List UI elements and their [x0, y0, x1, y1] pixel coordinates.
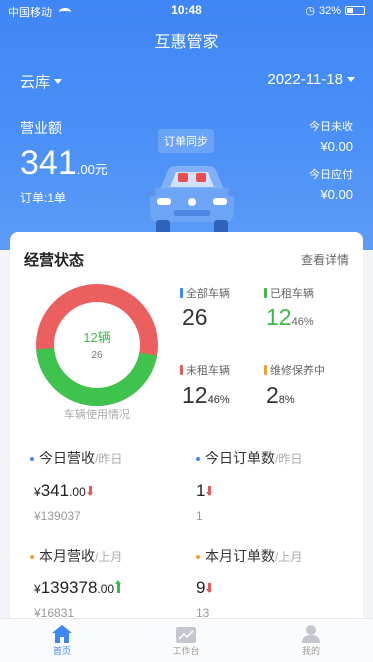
stat-color-bar	[264, 365, 267, 375]
stat-unrented-value: 1246%	[182, 382, 230, 408]
donut-sub-text: 26	[91, 350, 103, 361]
battery-percent: 32%	[318, 4, 341, 17]
view-details-link[interactable]: 查看详情	[301, 251, 349, 268]
kpi-today-orders-label: 今日订单数/昨日	[196, 448, 302, 468]
selected-date: 2022-11-18	[267, 71, 343, 88]
today-payable-value: ¥0.00	[320, 187, 353, 202]
kpi-today-revenue-label: 今日营收/昨日	[30, 448, 122, 468]
stat-unrented-label: 未租车辆	[180, 362, 230, 378]
kpi-month-revenue-value: ¥139378.00	[34, 578, 122, 598]
trend-down-icon	[86, 486, 93, 496]
stat-color-bar	[180, 288, 183, 298]
alarm-icon: ◷	[305, 5, 315, 17]
stat-total-value: 26	[182, 304, 208, 330]
stat-maintenance-label: 维修保养中	[264, 362, 325, 378]
card-title: 经营状态	[24, 252, 85, 269]
tab-home[interactable]: 首页	[27, 622, 97, 657]
bottom-tab-bar: 首页 工作台 我的	[0, 618, 373, 662]
kpi-month-orders-value: 9	[196, 578, 213, 598]
status-bar: 中国移动 10:48 ◷ 32%	[0, 0, 373, 20]
kpi-today-orders-prev: 1	[196, 509, 203, 523]
stat-color-bar	[180, 365, 183, 375]
revenue-value: 341.00元	[20, 144, 108, 182]
donut-caption: 车辆使用情况	[64, 409, 130, 421]
store-selector[interactable]: 云库	[20, 71, 63, 92]
kpi-dot	[196, 555, 200, 559]
operation-status-card: 经营状态 查看详情 12辆 26 车辆使用情况 全部车辆 26 已租车辆 124…	[10, 232, 363, 632]
kpi-today-revenue-prev: ¥139037	[34, 509, 81, 523]
home-icon	[27, 622, 97, 644]
stat-maintenance-value: 28%	[266, 382, 295, 408]
tab-mine[interactable]: 我的	[276, 622, 346, 657]
trend-up-icon	[115, 580, 122, 593]
today-receivable-value: ¥0.00	[320, 139, 353, 154]
stat-rented-value: 1246%	[266, 304, 314, 330]
car-illustration	[146, 166, 238, 234]
tab-workbench[interactable]: 工作台	[151, 622, 221, 657]
stat-rented-label: 已租车辆	[264, 285, 314, 301]
kpi-dot	[30, 555, 34, 559]
user-icon	[276, 622, 346, 644]
battery-icon	[345, 6, 365, 15]
order-count: 订单:1单	[20, 191, 67, 205]
order-sync-button[interactable]: 订单同步	[158, 129, 214, 153]
today-payable-label: 今日应付	[309, 169, 353, 181]
trend-down-icon	[206, 583, 213, 593]
store-name: 云库	[20, 74, 51, 91]
kpi-month-orders-label: 本月订单数/上月	[196, 546, 302, 566]
header-panel: 中国移动 10:48 ◷ 32% 互惠管家 云库 2022-11-18 营业额 …	[0, 0, 373, 250]
kpi-today-revenue-value: ¥341.00	[34, 481, 93, 501]
trend-down-icon	[206, 486, 213, 496]
stat-total-label: 全部车辆	[180, 285, 230, 301]
kpi-dot	[30, 457, 34, 461]
kpi-month-revenue-label: 本月营收/上月	[30, 546, 122, 566]
donut-main-text: 12辆	[83, 330, 110, 345]
today-receivable-label: 今日未收	[309, 121, 353, 133]
chart-icon	[151, 622, 221, 644]
caret-down-icon	[347, 77, 355, 82]
kpi-dot	[196, 457, 200, 461]
stat-color-bar	[264, 288, 267, 298]
tab-workbench-label: 工作台	[172, 646, 200, 656]
tab-home-label: 首页	[52, 646, 71, 656]
revenue-label: 营业额	[20, 120, 62, 136]
tab-mine-label: 我的	[301, 646, 320, 656]
kpi-today-orders-value: 1	[196, 481, 213, 501]
vehicle-usage-donut: 12辆 26	[36, 284, 158, 406]
caret-down-icon	[54, 79, 63, 84]
app-title: 互惠管家	[154, 34, 219, 51]
date-selector[interactable]: 2022-11-18	[267, 71, 355, 88]
